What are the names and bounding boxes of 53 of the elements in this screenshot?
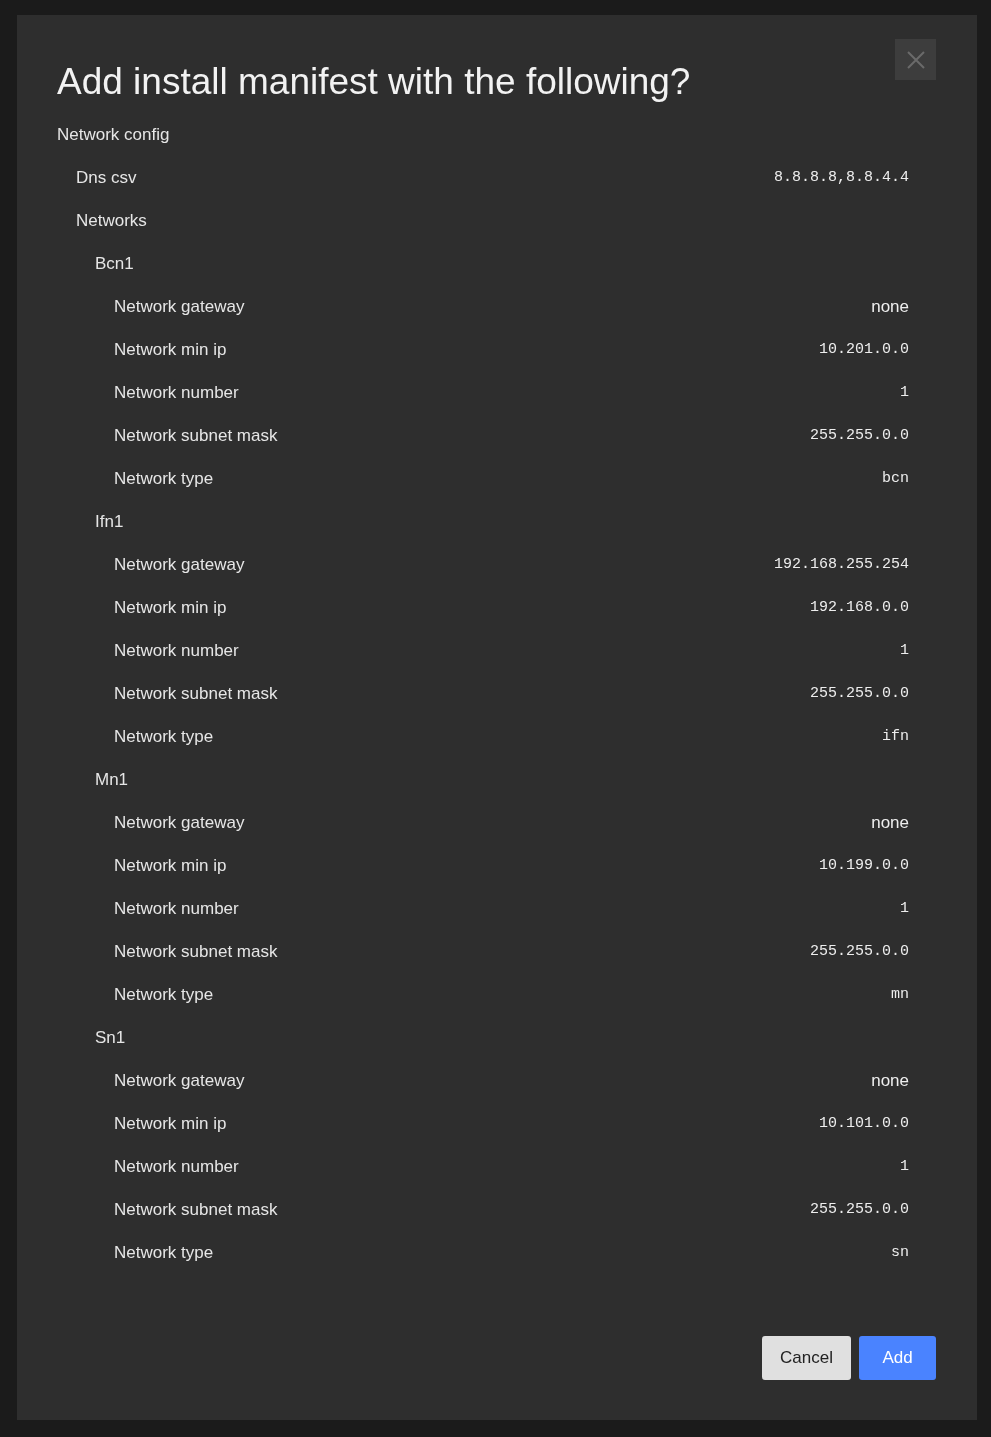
- field-value: 1: [900, 900, 909, 917]
- section-heading: Network config: [57, 124, 170, 145]
- field-label: Network number: [114, 898, 239, 919]
- field-value: 10.199.0.0: [819, 857, 909, 874]
- field-value: 255.255.0.0: [809, 1201, 909, 1218]
- field-label: Network subnet mask: [114, 941, 278, 962]
- field-label: Network gateway: [114, 554, 245, 575]
- field-value: ifn: [882, 728, 909, 745]
- section-heading: Networks: [76, 210, 147, 231]
- field-value: 8.8.8.8,8.8.4.4: [773, 169, 909, 186]
- field-label: Network number: [114, 382, 239, 403]
- field-value: 255.255.0.0: [809, 427, 909, 444]
- field-value: 192.168.0.0: [809, 599, 909, 616]
- field-label: Network min ip: [114, 855, 227, 876]
- section-heading: Ifn1: [95, 511, 124, 532]
- field-value: 10.201.0.0: [819, 341, 909, 358]
- section-heading: Sn1: [95, 1027, 126, 1048]
- close-icon: [906, 50, 925, 69]
- field-label: Network number: [114, 1156, 239, 1177]
- field-label: Network gateway: [114, 296, 245, 317]
- field-value: 1: [900, 384, 909, 401]
- field-value: 255.255.0.0: [809, 943, 909, 960]
- field-value: 1: [900, 1158, 909, 1175]
- section-heading: Bcn1: [95, 253, 134, 274]
- field-value: sn: [891, 1244, 909, 1261]
- field-value: none: [871, 1070, 909, 1091]
- field-value: 10.101.0.0: [819, 1115, 909, 1132]
- field-label: Network gateway: [114, 1070, 245, 1091]
- cancel-button[interactable]: Cancel: [762, 1336, 851, 1380]
- field-label: Network gateway: [114, 812, 245, 833]
- dialog-title: Add install manifest with the following?: [57, 60, 692, 104]
- field-label: Network subnet mask: [114, 425, 278, 446]
- field-label: Network min ip: [114, 1113, 227, 1134]
- field-value: 255.255.0.0: [809, 685, 909, 702]
- field-value: none: [871, 812, 909, 833]
- field-label: Network subnet mask: [114, 1199, 278, 1220]
- field-value: 1: [900, 642, 909, 659]
- field-value: mn: [891, 986, 909, 1003]
- field-value: bcn: [882, 470, 909, 487]
- field-label: Network type: [114, 468, 214, 489]
- field-label: Network min ip: [114, 339, 227, 360]
- field-label: Network type: [114, 984, 214, 1005]
- field-value: none: [871, 296, 909, 317]
- section-heading: Mn1: [95, 769, 129, 790]
- field-label: Network subnet mask: [114, 683, 278, 704]
- field-label: Dns csv: [76, 167, 137, 188]
- close-button[interactable]: [895, 39, 936, 80]
- field-label: Network min ip: [114, 597, 227, 618]
- field-value: 192.168.255.254: [773, 556, 909, 573]
- field-label: Network type: [114, 1242, 214, 1263]
- field-label: Network type: [114, 726, 214, 747]
- add-button[interactable]: Add: [859, 1336, 936, 1380]
- field-label: Network number: [114, 640, 239, 661]
